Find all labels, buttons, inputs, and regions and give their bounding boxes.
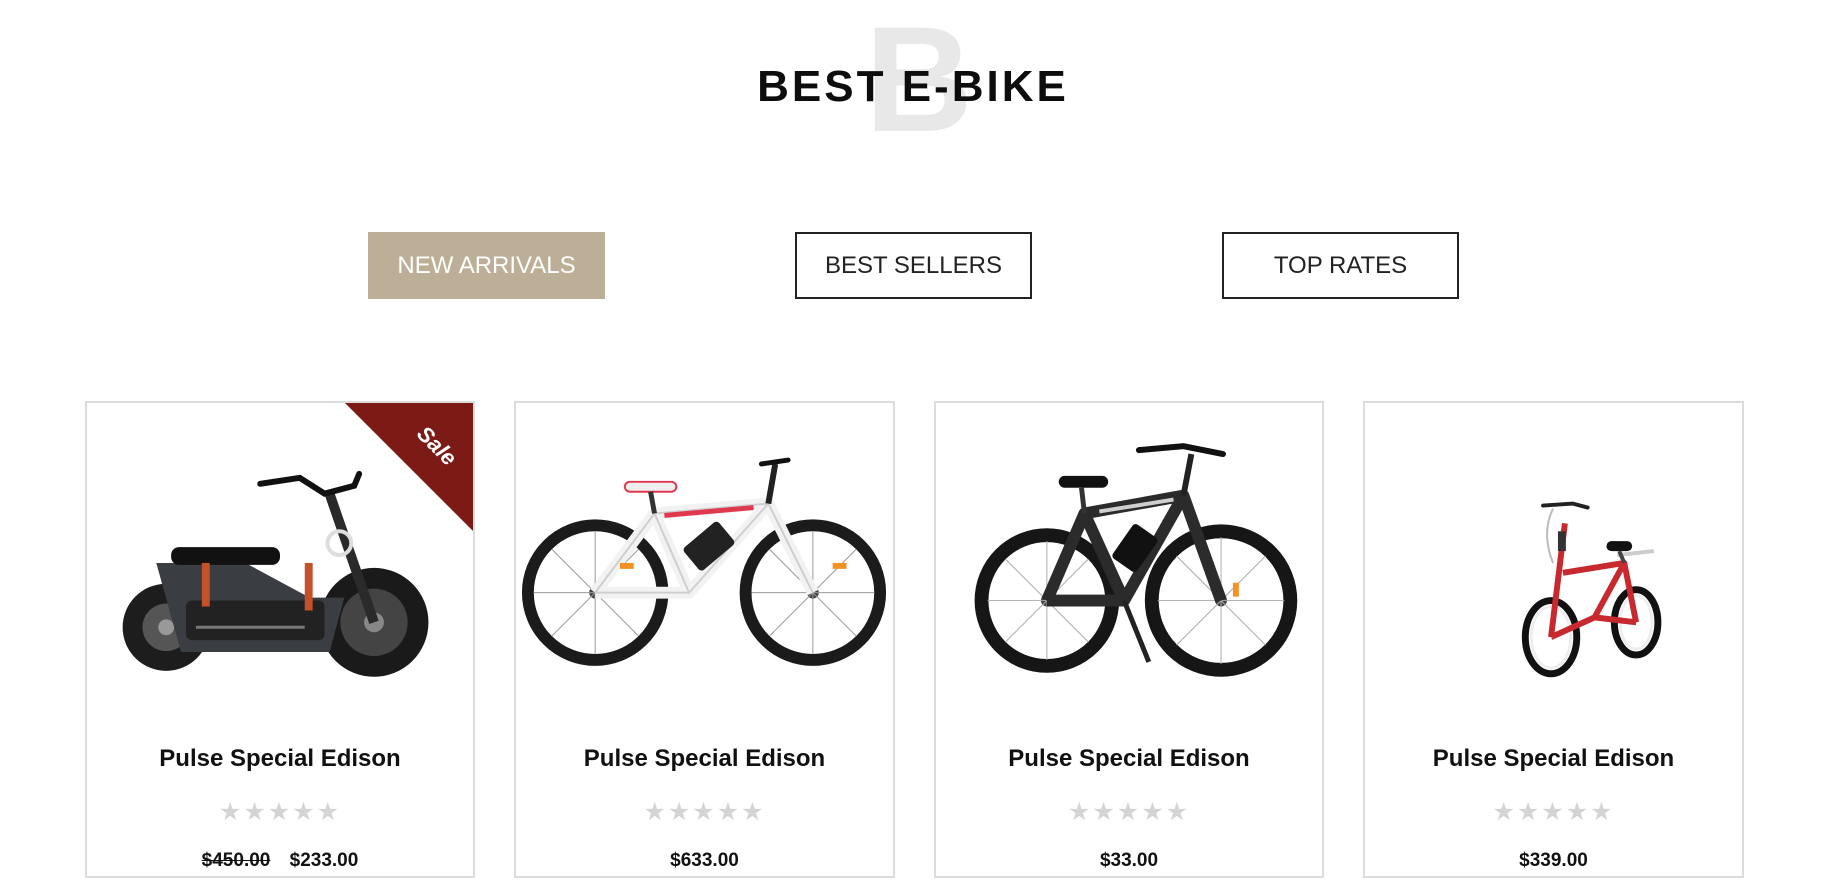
price-row: $450.00 $233.00 [87, 849, 473, 873]
tab-best-sellers[interactable]: BEST SELLERS [795, 232, 1032, 299]
product-card[interactable]: Pulse Special Edison ★★★★★ $33.00 [934, 401, 1324, 878]
price-row: $339.00 [1365, 849, 1742, 873]
product-name[interactable]: Pulse Special Edison [516, 743, 893, 775]
section-title: BEST E-BIKE [757, 62, 1069, 111]
old-price: $450.00 [201, 850, 271, 871]
rating-stars: ★★★★★ [643, 798, 766, 826]
product-card[interactable]: Pulse Special Edison ★★★★★ $339.00 [1363, 401, 1744, 878]
product-name[interactable]: Pulse Special Edison [936, 743, 1322, 775]
price: $233.00 [289, 850, 359, 871]
mountain-ebike-white-icon[interactable] [516, 423, 893, 693]
product-name[interactable]: Pulse Special Edison [87, 743, 473, 775]
rating-stars: ★★★★★ [218, 798, 342, 826]
price-row: $33.00 [936, 849, 1322, 873]
product-card[interactable]: Pulse Special Edison ★★★★★ $633.00 [514, 401, 895, 878]
sale-badge [345, 403, 473, 531]
section-header: B BEST E-BIKE [0, 4, 1826, 154]
price: $633.00 [670, 850, 739, 871]
mountain-ebike-black-icon[interactable] [936, 423, 1322, 693]
tab-top-rates[interactable]: TOP RATES [1222, 232, 1459, 299]
product-card[interactable]: Sale Pulse Special Edison ★★★★★ $450.00 … [85, 401, 475, 878]
rating-stars: ★★★★★ [1067, 798, 1191, 826]
price: $33.00 [1099, 850, 1159, 871]
price-row: $633.00 [516, 849, 893, 873]
price: $339.00 [1519, 850, 1588, 871]
tab-new-arrivals[interactable]: NEW ARRIVALS [368, 232, 605, 299]
folding-bike-red-icon[interactable] [1365, 423, 1742, 693]
best-ebike-section: B BEST E-BIKE NEW ARRIVALS BEST SELLERS … [0, 0, 1826, 887]
rating-stars: ★★★★★ [1492, 798, 1615, 826]
product-name[interactable]: Pulse Special Edison [1365, 743, 1742, 775]
